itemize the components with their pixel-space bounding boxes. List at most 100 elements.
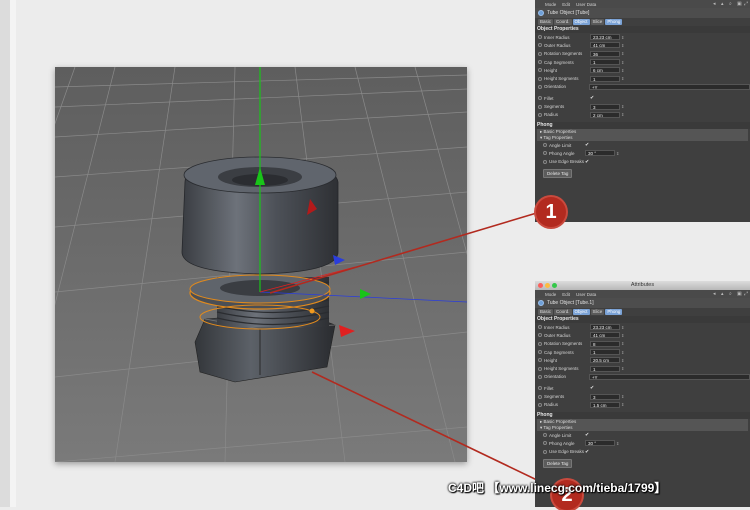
- tab-basic[interactable]: Basic: [538, 19, 554, 25]
- keyframe-icon[interactable]: [538, 104, 542, 109]
- tab-slice[interactable]: Slice: [590, 19, 605, 25]
- angle-limit-checkbox[interactable]: ✔: [585, 432, 589, 438]
- stepper-icon[interactable]: ⇕: [621, 341, 624, 346]
- orientation-select[interactable]: +Y: [588, 83, 750, 90]
- height-segments-input[interactable]: 1: [590, 365, 620, 372]
- stepper-icon[interactable]: ⇕: [621, 402, 624, 407]
- keyframe-icon[interactable]: [543, 441, 547, 446]
- stepper-icon[interactable]: ⇕: [621, 43, 624, 48]
- keyframe-icon[interactable]: [538, 358, 542, 363]
- outer-radius-input[interactable]: 41 cm: [590, 42, 620, 49]
- rotation-segments-input[interactable]: 8: [590, 340, 620, 347]
- keyframe-icon[interactable]: [538, 68, 542, 73]
- stepper-icon[interactable]: ⇕: [621, 366, 624, 371]
- fillet-segments-input[interactable]: 3: [590, 393, 620, 400]
- keyframe-icon[interactable]: [538, 84, 542, 89]
- stepper-icon[interactable]: ⇕: [621, 333, 624, 338]
- fillet-checkbox[interactable]: ✔: [590, 95, 594, 101]
- expand-icon[interactable]: ⤢: [744, 291, 748, 297]
- menu-mode[interactable]: Mode: [545, 292, 556, 297]
- up-arrow-icon[interactable]: ▴: [721, 291, 724, 297]
- keyframe-icon[interactable]: [538, 35, 542, 40]
- stepper-icon[interactable]: ⇕: [621, 394, 624, 399]
- stepper-icon[interactable]: ⇕: [621, 350, 624, 355]
- fillet-radius-input[interactable]: 2 cm: [590, 111, 620, 118]
- delete-tag-button[interactable]: Delete Tag: [543, 458, 573, 468]
- search-icon[interactable]: ⌕: [729, 291, 732, 297]
- keyframe-icon[interactable]: [538, 96, 542, 101]
- lock-icon[interactable]: ▣: [737, 1, 742, 7]
- stepper-icon[interactable]: ⇕: [616, 151, 619, 156]
- fillet-segments-input[interactable]: 3: [590, 103, 620, 110]
- back-arrow-icon[interactable]: ◂: [713, 291, 716, 297]
- stepper-icon[interactable]: ⇕: [621, 35, 624, 40]
- tab-phong[interactable]: Phong: [605, 19, 623, 25]
- cap-segments-input[interactable]: 1: [590, 59, 620, 66]
- stepper-icon[interactable]: ⇕: [621, 358, 624, 363]
- attributes-panel-tube-1[interactable]: Attributes Mode Edit User Data ◂ ▴ ⌕ ▣ ⤢…: [535, 281, 750, 507]
- phong-angle-input[interactable]: 30 °: [585, 440, 615, 447]
- outer-radius-input[interactable]: 41 cm: [590, 332, 620, 339]
- stepper-icon[interactable]: ⇕: [621, 60, 624, 65]
- stepper-icon[interactable]: ⇕: [621, 325, 624, 330]
- inner-radius-input[interactable]: 23.23 cm: [590, 34, 620, 41]
- height-segments-input[interactable]: 1: [590, 75, 620, 82]
- rotation-segments-input[interactable]: 36: [590, 50, 620, 57]
- menu-edit[interactable]: Edit: [562, 292, 570, 297]
- attributes-window-titlebar[interactable]: Attributes: [535, 281, 750, 290]
- 3d-viewport[interactable]: [55, 67, 467, 462]
- keyframe-icon[interactable]: [538, 374, 542, 379]
- stepper-icon[interactable]: ⇕: [616, 441, 619, 446]
- stepper-icon[interactable]: ⇕: [621, 68, 624, 73]
- cap-segments-input[interactable]: 1: [590, 349, 620, 356]
- keyframe-icon[interactable]: [543, 449, 547, 454]
- keyframe-icon[interactable]: [538, 333, 542, 338]
- tab-coord[interactable]: Coord.: [554, 309, 572, 315]
- keyframe-icon[interactable]: [543, 143, 547, 148]
- tab-slice[interactable]: Slice: [590, 309, 605, 315]
- stepper-icon[interactable]: ⇕: [621, 51, 624, 56]
- use-edge-breaks-checkbox[interactable]: ✔: [585, 159, 589, 165]
- phong-angle-input[interactable]: 30 °: [585, 150, 615, 157]
- keyframe-icon[interactable]: [538, 43, 542, 48]
- keyframe-icon[interactable]: [538, 325, 542, 330]
- fillet-radius-input[interactable]: 1.5 cm: [590, 401, 620, 408]
- expand-icon[interactable]: ⤢: [744, 1, 748, 7]
- keyframe-icon[interactable]: [543, 151, 547, 156]
- stepper-icon[interactable]: ⇕: [621, 112, 624, 117]
- tab-object[interactable]: Object: [572, 309, 590, 315]
- keyframe-icon[interactable]: [538, 402, 542, 407]
- height-input[interactable]: 20.5 cm: [590, 357, 620, 364]
- delete-tag-button[interactable]: Delete Tag: [543, 168, 573, 178]
- fillet-checkbox[interactable]: ✔: [590, 385, 594, 391]
- keyframe-icon[interactable]: [538, 76, 542, 81]
- tab-basic[interactable]: Basic: [538, 309, 554, 315]
- keyframe-icon[interactable]: [538, 51, 542, 56]
- attributes-panel-tube[interactable]: Mode Edit User Data ◂ ▴ ⌕ ▣ ⤢ Tube Objec…: [535, 0, 750, 222]
- keyframe-icon[interactable]: [538, 341, 542, 346]
- menu-user-data[interactable]: User Data: [576, 292, 596, 297]
- lock-icon[interactable]: ▣: [737, 291, 742, 297]
- use-edge-breaks-checkbox[interactable]: ✔: [585, 449, 589, 455]
- keyframe-icon[interactable]: [538, 386, 542, 391]
- tab-phong[interactable]: Phong: [605, 309, 623, 315]
- keyframe-icon[interactable]: [538, 350, 542, 355]
- keyframe-icon[interactable]: [538, 366, 542, 371]
- keyframe-icon[interactable]: [538, 60, 542, 65]
- menu-mode[interactable]: Mode: [545, 2, 556, 7]
- menu-user-data[interactable]: User Data: [576, 2, 596, 7]
- back-arrow-icon[interactable]: ◂: [713, 1, 716, 7]
- keyframe-icon[interactable]: [538, 112, 542, 117]
- tab-object[interactable]: Object: [572, 19, 590, 25]
- keyframe-icon[interactable]: [543, 159, 547, 164]
- height-input[interactable]: 6 cm: [590, 67, 620, 74]
- tab-coord[interactable]: Coord.: [554, 19, 572, 25]
- keyframe-icon[interactable]: [538, 394, 542, 399]
- orientation-select[interactable]: +Y: [588, 373, 750, 380]
- keyframe-icon[interactable]: [543, 433, 547, 438]
- inner-radius-input[interactable]: 23.23 cm: [590, 324, 620, 331]
- stepper-icon[interactable]: ⇕: [621, 76, 624, 81]
- stepper-icon[interactable]: ⇕: [621, 104, 624, 109]
- up-arrow-icon[interactable]: ▴: [721, 1, 724, 7]
- search-icon[interactable]: ⌕: [729, 1, 732, 7]
